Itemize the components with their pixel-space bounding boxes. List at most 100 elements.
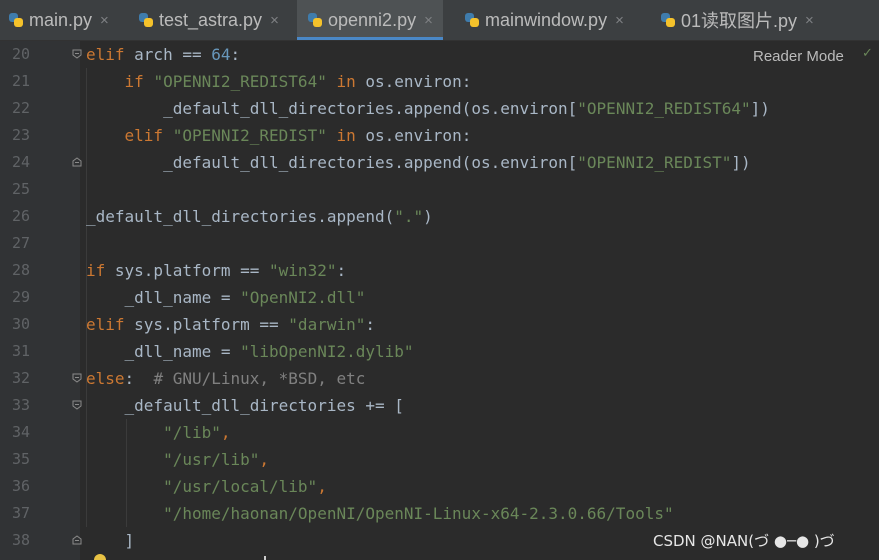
code-line: 37 "/home/haonan/OpenNI/OpenNI-Linux-x64… <box>0 500 879 527</box>
python-file-icon <box>8 12 24 28</box>
code-text: _default_dll_directories.append(os.envir… <box>86 95 770 122</box>
code-token: _default_dll_directories.append( <box>86 207 395 226</box>
code-token: _dll_name = <box>86 342 241 361</box>
code-line: 21 if "OPENNI2_REDIST64" in os.environ: <box>0 68 879 95</box>
tab-label: mainwindow.py <box>485 9 608 30</box>
tab-label: main.py <box>29 9 93 30</box>
python-file-icon <box>307 12 323 28</box>
code-line: 31 _dll_name = "libOpenNI2.dylib" <box>0 338 879 365</box>
close-icon[interactable]: × <box>270 12 279 29</box>
code-token: # GNU/Linux, *BSD, etc <box>153 369 366 388</box>
line-number: 29 <box>11 288 30 306</box>
code-token: _default_dll_directories += [ <box>86 396 404 415</box>
code-text: elif arch == 64: <box>86 41 240 68</box>
code-token: elif <box>124 126 164 145</box>
line-number: 34 <box>11 423 30 441</box>
code-line: 28 if sys.platform == "win32": <box>0 257 879 284</box>
python-file-icon <box>660 12 676 28</box>
code-text: else: # GNU/Linux, *BSD, etc <box>86 365 365 392</box>
line-number: 23 <box>11 126 30 144</box>
line-number: 31 <box>11 342 30 360</box>
tab-openni2-py[interactable]: openni2.py × <box>297 0 443 40</box>
code-token: "OPENNI2_REDIST64" <box>577 99 751 118</box>
tab-main-py[interactable]: main.py × <box>8 0 109 40</box>
code-token: : <box>230 45 241 64</box>
code-text: elif "OPENNI2_REDIST" in os.environ: <box>86 122 472 149</box>
fold-open-icon[interactable] <box>72 49 82 59</box>
code-token: if <box>124 72 144 91</box>
code-token: os.environ: <box>355 72 472 91</box>
code-line: 33 _default_dll_directories += [ <box>0 392 879 419</box>
line-number: 38 <box>11 531 30 549</box>
code-token: : <box>124 369 154 388</box>
python-file-icon <box>464 12 480 28</box>
code-token: in <box>336 126 356 145</box>
fold-close-icon[interactable] <box>72 157 82 167</box>
code-line: 30 elif sys.platform == "darwin": <box>0 311 879 338</box>
code-token: "." <box>394 207 424 226</box>
close-icon[interactable]: × <box>100 12 109 29</box>
code-token: "OpenNI2.dll" <box>240 288 366 307</box>
inspection-ok-icon[interactable]: ✓ <box>862 46 879 66</box>
code-token: 64 <box>211 45 231 64</box>
close-icon[interactable]: × <box>805 12 814 29</box>
line-number: 33 <box>11 396 30 414</box>
reader-mode-toggle[interactable]: Reader Mode <box>753 48 844 65</box>
lightbulb-icon[interactable] <box>94 554 106 560</box>
code-line: 29 _dll_name = "OpenNI2.dll" <box>0 284 879 311</box>
code-text: _dll_name = "OpenNI2.dll" <box>86 284 366 311</box>
line-number: 32 <box>11 369 30 387</box>
tab-label: 01读取图片.py <box>681 11 798 31</box>
code-line: 24 _default_dll_directories.append(os.en… <box>0 149 879 176</box>
code-token: _dll_name = <box>86 288 241 307</box>
code-token: arch == <box>124 45 212 64</box>
tab-label: test_astra.py <box>159 9 263 30</box>
code-token: ] <box>86 531 135 550</box>
tab-mainwindow-py[interactable]: mainwindow.py × <box>464 0 624 40</box>
editor-tab-bar: main.py × test_astra.py × openni2.py × m… <box>0 0 879 41</box>
code-token: _default_dll_directories.append(os.envir… <box>86 99 578 118</box>
text-caret <box>264 556 266 560</box>
code-token: : <box>336 261 347 280</box>
code-text: if sys.platform == "win32": <box>86 257 346 284</box>
code-token: , <box>220 423 231 442</box>
code-token: _default_dll_directories.append(os.envir… <box>86 153 578 172</box>
fold-open-icon[interactable] <box>72 373 82 383</box>
code-text: "/usr/lib", <box>86 446 269 473</box>
watermark: CSDN @NAN(づ ●─● )づ <box>653 532 835 550</box>
close-icon[interactable]: × <box>424 12 433 29</box>
code-text: if "OPENNI2_REDIST64" in os.environ: <box>86 68 472 95</box>
code-line: 23 elif "OPENNI2_REDIST" in os.environ: <box>0 122 879 149</box>
code-token: "darwin" <box>288 315 366 334</box>
close-icon[interactable]: × <box>615 12 624 29</box>
code-token: "win32" <box>269 261 337 280</box>
code-token: sys.platform == <box>124 315 289 334</box>
fold-open-icon[interactable] <box>72 400 82 410</box>
code-line: 22 _default_dll_directories.append(os.en… <box>0 95 879 122</box>
code-token: ]) <box>731 153 751 172</box>
code-line: 27 <box>0 230 879 257</box>
tab-01-read-image-py[interactable]: 01读取图片.py × <box>660 0 814 40</box>
line-number: 20 <box>11 45 30 63</box>
code-token: sys.platform == <box>105 261 270 280</box>
code-text: _default_dll_directories.append(".") <box>86 203 433 230</box>
code-token: "/usr/local/lib" <box>163 477 318 496</box>
code-line: 32 else: # GNU/Linux, *BSD, etc <box>0 365 879 392</box>
code-token: ]) <box>750 99 770 118</box>
code-token: os.environ: <box>355 126 472 145</box>
code-token: : <box>365 315 375 334</box>
python-file-icon <box>138 12 154 28</box>
fold-close-icon[interactable] <box>72 535 82 545</box>
code-text: _default_dll_directories += [ <box>86 392 404 419</box>
line-number: 37 <box>11 504 30 522</box>
line-number: 22 <box>11 99 30 117</box>
tab-test-astra-py[interactable]: test_astra.py × <box>138 0 279 40</box>
code-text: elif sys.platform == "darwin": <box>86 311 375 338</box>
